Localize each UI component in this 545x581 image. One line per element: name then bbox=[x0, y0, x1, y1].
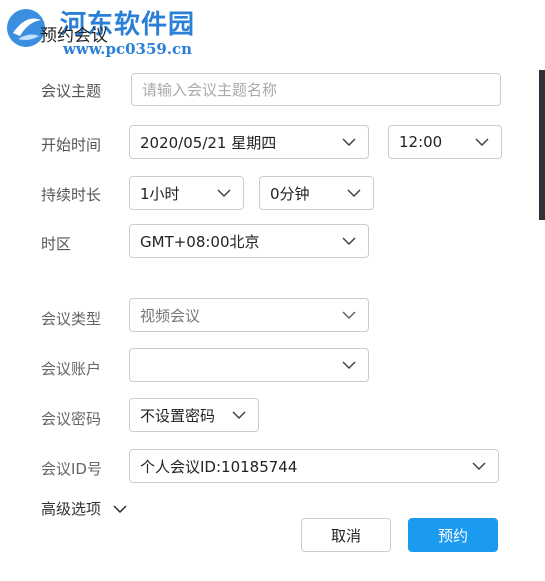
chevron-down-icon bbox=[342, 361, 356, 369]
meeting-password-label: 会议密码 bbox=[41, 410, 102, 428]
duration-hours-select[interactable]: 1小时 bbox=[129, 176, 244, 210]
duration-minutes-value: 0分钟 bbox=[270, 184, 310, 203]
topic-input[interactable] bbox=[131, 73, 501, 106]
chevron-down-icon bbox=[342, 138, 356, 146]
start-time-value: 12:00 bbox=[399, 133, 443, 151]
meeting-type-value: 视频会议 bbox=[140, 306, 201, 325]
advanced-options-toggle[interactable]: 高级选项 bbox=[41, 498, 127, 519]
cancel-button[interactable]: 取消 bbox=[301, 518, 391, 552]
chevron-down-icon bbox=[217, 189, 231, 197]
timezone-select[interactable]: GMT+08:00北京 bbox=[129, 224, 369, 258]
book-button[interactable]: 预约 bbox=[408, 518, 498, 552]
duration-hours-value: 1小时 bbox=[140, 184, 180, 203]
timezone-value: GMT+08:00北京 bbox=[140, 232, 260, 251]
chevron-down-icon bbox=[475, 138, 489, 146]
chevron-down-icon bbox=[113, 504, 127, 513]
meeting-account-select[interactable] bbox=[129, 348, 369, 382]
meeting-type-select[interactable]: 视频会议 bbox=[129, 298, 369, 332]
meeting-password-select[interactable]: 不设置密码 bbox=[129, 398, 259, 432]
title-bar: 河东软件园 www.pc0359.cn 预约会议 bbox=[0, 0, 545, 60]
dialog-title: 预约会议 bbox=[40, 26, 108, 46]
topic-label: 会议主题 bbox=[41, 82, 102, 100]
meeting-id-value: 个人会议ID:10185744 bbox=[140, 457, 298, 476]
start-date-select[interactable]: 2020/05/21 星期四 bbox=[129, 125, 369, 159]
chevron-down-icon bbox=[347, 189, 361, 197]
start-time-label: 开始时间 bbox=[41, 136, 102, 154]
start-date-value: 2020/05/21 星期四 bbox=[140, 133, 277, 152]
chevron-down-icon bbox=[232, 411, 246, 419]
chevron-down-icon bbox=[342, 237, 356, 245]
background-window-edge bbox=[539, 70, 545, 220]
meeting-account-label: 会议账户 bbox=[41, 360, 102, 378]
duration-minutes-select[interactable]: 0分钟 bbox=[259, 176, 374, 210]
advanced-options-label: 高级选项 bbox=[41, 500, 102, 518]
meeting-id-label: 会议ID号 bbox=[41, 460, 102, 478]
duration-label: 持续时长 bbox=[41, 186, 102, 204]
timezone-label: 时区 bbox=[41, 235, 72, 253]
start-time-select[interactable]: 12:00 bbox=[388, 125, 502, 159]
meeting-type-label: 会议类型 bbox=[41, 310, 102, 328]
meeting-id-select[interactable]: 个人会议ID:10185744 bbox=[129, 449, 499, 483]
meeting-password-value: 不设置密码 bbox=[140, 406, 216, 425]
chevron-down-icon bbox=[472, 462, 486, 470]
chevron-down-icon bbox=[342, 311, 356, 319]
